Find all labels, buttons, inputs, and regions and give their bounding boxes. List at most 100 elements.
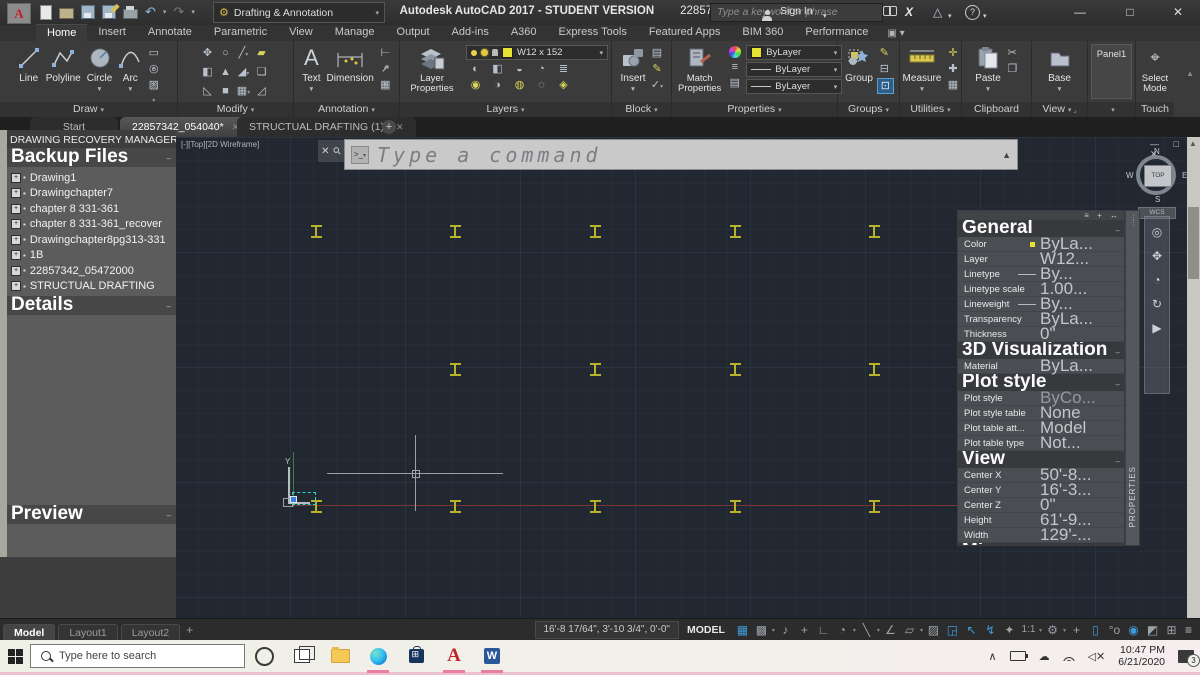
table-icon[interactable]: ▦ [378,78,393,92]
arc-button[interactable]: Arc ▼ [116,43,144,102]
dynamic-input-icon[interactable]: + [795,619,814,641]
circle-button[interactable]: Circle ▼ [85,43,115,102]
layer-make-current-icon[interactable]: ◉ [468,78,483,92]
layout-tab-model[interactable]: Model [3,624,55,641]
command-prompt-icon[interactable]: >_▾ [351,146,369,164]
lineweight-dropdown-icon[interactable]: ▾ [834,66,838,74]
plot-icon[interactable] [123,9,138,19]
annotation-monitor-icon[interactable]: ↯ [981,619,1000,641]
save-icon[interactable] [81,5,95,19]
save-as-icon[interactable] [102,5,116,19]
snap-icon-dropdown[interactable]: ▾ [772,627,775,634]
customization-menu-icon[interactable]: ≡ [1185,623,1192,637]
stretch-icon[interactable]: ◺ [200,84,215,98]
panel-footer-annotation[interactable]: Annotation▾ [294,102,399,117]
group-edit-icon[interactable]: ⊟ [877,62,892,76]
arc-dropdown-icon[interactable]: ▼ [127,85,133,95]
annotation-visibility-icon[interactable]: ✦ [1000,619,1019,641]
layer-thaw-icon[interactable] [481,49,488,56]
details-header[interactable]: Details– [7,296,176,315]
annotation-scale-icon-dropdown[interactable]: ▾ [1039,627,1042,634]
block-create-icon[interactable]: ▤ [650,46,665,60]
ribbon-tab-performance[interactable]: Performance [794,24,879,41]
layer-previous-icon[interactable]: ◍ [512,78,527,92]
explode-icon[interactable]: ❏ [254,65,269,79]
block-edit-icon[interactable]: ✎ [650,62,665,76]
property-row[interactable]: MaterialByLa... [958,359,1124,374]
steel-beam-symbol[interactable] [450,225,461,238]
clean-screen-icon[interactable]: ⊞ [1162,619,1181,641]
expand-icon[interactable]: + [11,188,21,198]
leader-icon[interactable]: ⊢ ▾ [378,46,393,60]
orbit-icon[interactable]: ↻ [1152,297,1162,311]
redo-icon[interactable]: ↷ [173,5,184,19]
help-icon[interactable]: ? [965,5,980,20]
ribbon-tab-a360[interactable]: A360 [500,24,548,41]
expand-icon[interactable]: + [11,219,21,229]
panel-footer-panel1[interactable]: ▾ [1088,102,1135,117]
cortana-button[interactable] [245,640,283,673]
linetype-list-icon[interactable]: ▤ [727,76,742,90]
layer-on-icon[interactable] [471,50,477,56]
layer-isolate-icon[interactable]: ◧ [490,62,505,76]
collapse-icon[interactable]: – [1116,377,1120,391]
scale-icon[interactable]: ■ [218,84,233,98]
ribbon-tab-bim-360[interactable]: BIM 360 [731,24,794,41]
store-button[interactable] [397,640,435,673]
taskbar-search-input[interactable]: Type here to search [30,644,245,668]
task-view-button[interactable] [283,640,321,673]
open-file-icon[interactable] [59,8,74,19]
osnap-icon-dropdown[interactable]: ▾ [920,627,923,634]
navigation-bar[interactable]: ◎ ✥ ◔ ↻ ▶ [1144,216,1170,394]
osnap-icon[interactable]: ▱ [900,619,919,641]
undo-dropdown-icon[interactable]: ▾ [163,8,167,16]
insert-button[interactable]: Insert ▼ [618,43,647,102]
ribbon-tab-add-ins[interactable]: Add-ins [441,24,500,41]
steel-beam-symbol[interactable] [450,500,461,513]
array-icon[interactable]: ▦▾ [236,84,251,98]
backup-file-item[interactable]: +▪STRUCTUAL DRAFTING [7,279,176,295]
panel-footer-utilities[interactable]: Utilities▾ [900,102,961,117]
layer-merge-icon[interactable]: ◈ [556,78,571,92]
group-button[interactable]: Group [843,43,875,102]
collapse-icon[interactable]: – [1116,345,1120,359]
steel-beam-symbol[interactable] [590,225,601,238]
plus-icon[interactable]: + [1067,619,1086,641]
application-menu-button[interactable]: A [7,3,31,24]
steel-beam-symbol[interactable] [730,225,741,238]
layer-color-swatch[interactable] [502,47,513,58]
autosnap-icon[interactable]: ∠ [881,619,900,641]
backup-files-header[interactable]: Backup Files– [7,148,176,167]
ribbon-tab-parametric[interactable]: Parametric [203,24,278,41]
measure-dropdown-icon[interactable]: ▼ [919,85,925,95]
record-icon[interactable]: ▣ ▾ [887,28,904,41]
model-space-badge[interactable]: MODEL [679,624,733,636]
selected-object[interactable] [292,492,316,505]
steel-beam-symbol[interactable] [730,363,741,376]
isodraft-icon[interactable]: ╲ [857,619,876,641]
mirror-icon[interactable]: ▲ [218,65,233,79]
zoom-icon[interactable]: ◔ [1153,273,1160,287]
base-dropdown-icon[interactable]: ▼ [1056,85,1062,95]
close-button[interactable]: ✕ [1158,0,1198,24]
expand-icon[interactable]: + [11,173,21,183]
pan-icon[interactable]: ✥ [1152,249,1162,263]
linetype-select[interactable]: ByLayer ▾ [746,79,842,94]
steel-beam-symbol[interactable] [869,225,880,238]
wrench-icon[interactable]: ⚲ [331,145,344,158]
clock[interactable]: 10:47 PM 6/21/2020 [1118,644,1165,668]
panel-footer-view[interactable]: View▾ ⌟ [1032,102,1087,117]
steel-beam-symbol[interactable] [730,500,741,513]
point-icon[interactable]: ✚ [945,62,960,76]
workspace-gear-icon-dropdown[interactable]: ▾ [1063,627,1066,634]
ribbon-tab-annotate[interactable]: Annotate [137,24,203,41]
workspace-dropdown-icon[interactable]: ▾ [375,9,379,17]
rotate-icon[interactable]: ○ [218,46,233,60]
erase-icon[interactable]: ▰ [254,46,269,60]
panel-footer-groups[interactable]: Groups▾ [838,102,899,117]
viewcube-top-face[interactable]: TOP [1144,165,1172,187]
panel-footer-layers[interactable]: Layers▾ [400,102,611,117]
color-dropdown-icon[interactable]: ▾ [834,49,838,57]
sign-in-button[interactable]: Sign In [780,5,813,17]
backup-file-item[interactable]: +▪Drawingchapter8pg313-331 [7,232,176,248]
